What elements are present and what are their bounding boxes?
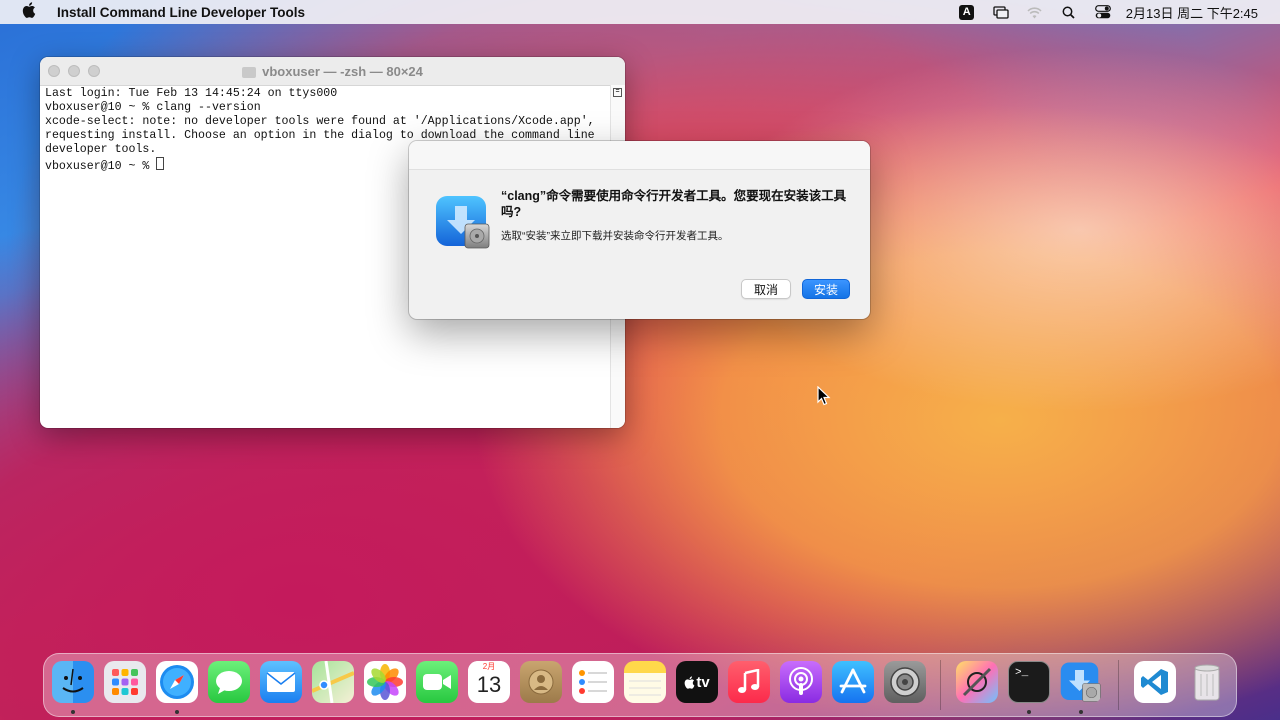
dock: 2月 13 tv >_: [43, 653, 1237, 717]
terminal-line: Last login: Tue Feb 13 14:45:24 on ttys0…: [45, 87, 338, 100]
system-preferences-icon[interactable]: [884, 661, 926, 703]
installer-icon[interactable]: [1060, 661, 1102, 703]
wifi-icon[interactable]: [1024, 0, 1046, 24]
cancel-button[interactable]: 取消: [741, 279, 791, 299]
spotlight-search-icon[interactable]: [1058, 0, 1080, 24]
reminders-icon[interactable]: [572, 661, 614, 703]
finder-icon[interactable]: [52, 661, 94, 703]
minimize-window-button[interactable]: [68, 65, 80, 77]
dialog-title: “clang”命令需要使用命令行开发者工具。您要现在安装该工具吗?: [501, 189, 847, 219]
dock-separator: [1118, 660, 1119, 710]
terminal-icon[interactable]: >_: [1008, 661, 1050, 703]
apple-tv-icon[interactable]: tv: [676, 661, 718, 703]
terminal-title-bar[interactable]: vboxuser — -zsh — 80×24: [40, 57, 625, 86]
input-source-icon[interactable]: A: [956, 0, 978, 24]
terminal-line: vboxuser@10 ~ % clang --version: [45, 101, 261, 114]
apple-tv-label: tv: [696, 673, 710, 691]
software-update-installer-icon: [435, 194, 491, 250]
podcasts-icon[interactable]: [780, 661, 822, 703]
folder-icon: [242, 66, 257, 78]
terminal-cursor: [156, 157, 165, 170]
messages-icon[interactable]: [208, 661, 250, 703]
vscode-icon[interactable]: [1134, 661, 1176, 703]
dialog-title-bar[interactable]: [409, 141, 870, 170]
menu-bar: Install Command Line Developer Tools A 2…: [0, 0, 1280, 24]
trash-icon[interactable]: [1186, 661, 1228, 703]
install-dialog: “clang”命令需要使用命令行开发者工具。您要现在安装该工具吗? 选取“安装”…: [409, 141, 870, 319]
zoom-window-button[interactable]: [88, 65, 100, 77]
mail-icon[interactable]: [260, 661, 302, 703]
music-icon[interactable]: [728, 661, 770, 703]
dialog-message: 选取“安装”来立即下载并安装命令行开发者工具。: [501, 230, 729, 242]
calendar-icon[interactable]: 2月 13: [468, 661, 510, 703]
terminal-line: xcode-select: note: no developer tools w…: [45, 115, 595, 128]
terminal-title: vboxuser — -zsh — 80×24: [262, 63, 423, 79]
app-name-menu[interactable]: Install Command Line Developer Tools: [57, 5, 305, 20]
calendar-month: 2月: [468, 661, 510, 672]
notes-icon[interactable]: [624, 661, 666, 703]
finder-running-indicator: [71, 710, 75, 714]
apple-menu-icon[interactable]: [20, 1, 38, 23]
control-center-icon[interactable]: [1092, 0, 1114, 24]
split-pane-icon[interactable]: =: [613, 88, 622, 97]
photos-icon[interactable]: [364, 661, 406, 703]
colorsync-utility-icon[interactable]: [956, 661, 998, 703]
mouse-pointer-icon: [817, 385, 831, 406]
screen-mirroring-icon[interactable]: [990, 0, 1012, 24]
dock-separator: [940, 660, 941, 710]
install-button[interactable]: 安装: [802, 279, 850, 299]
calendar-day: 13: [476, 672, 502, 697]
close-window-button[interactable]: [48, 65, 60, 77]
safari-icon[interactable]: [156, 661, 198, 703]
menubar-clock[interactable]: 2月13日 周二 下午2:45: [1126, 3, 1258, 22]
contacts-icon[interactable]: [520, 661, 562, 703]
facetime-icon[interactable]: [416, 661, 458, 703]
terminal-running-indicator: [1027, 710, 1031, 714]
terminal-prompt: vboxuser@10 ~ %: [45, 160, 157, 173]
installer-running-indicator: [1079, 710, 1083, 714]
safari-running-indicator: [175, 710, 179, 714]
maps-icon[interactable]: [312, 661, 354, 703]
launchpad-icon[interactable]: [104, 661, 146, 703]
app-store-icon[interactable]: [832, 661, 874, 703]
